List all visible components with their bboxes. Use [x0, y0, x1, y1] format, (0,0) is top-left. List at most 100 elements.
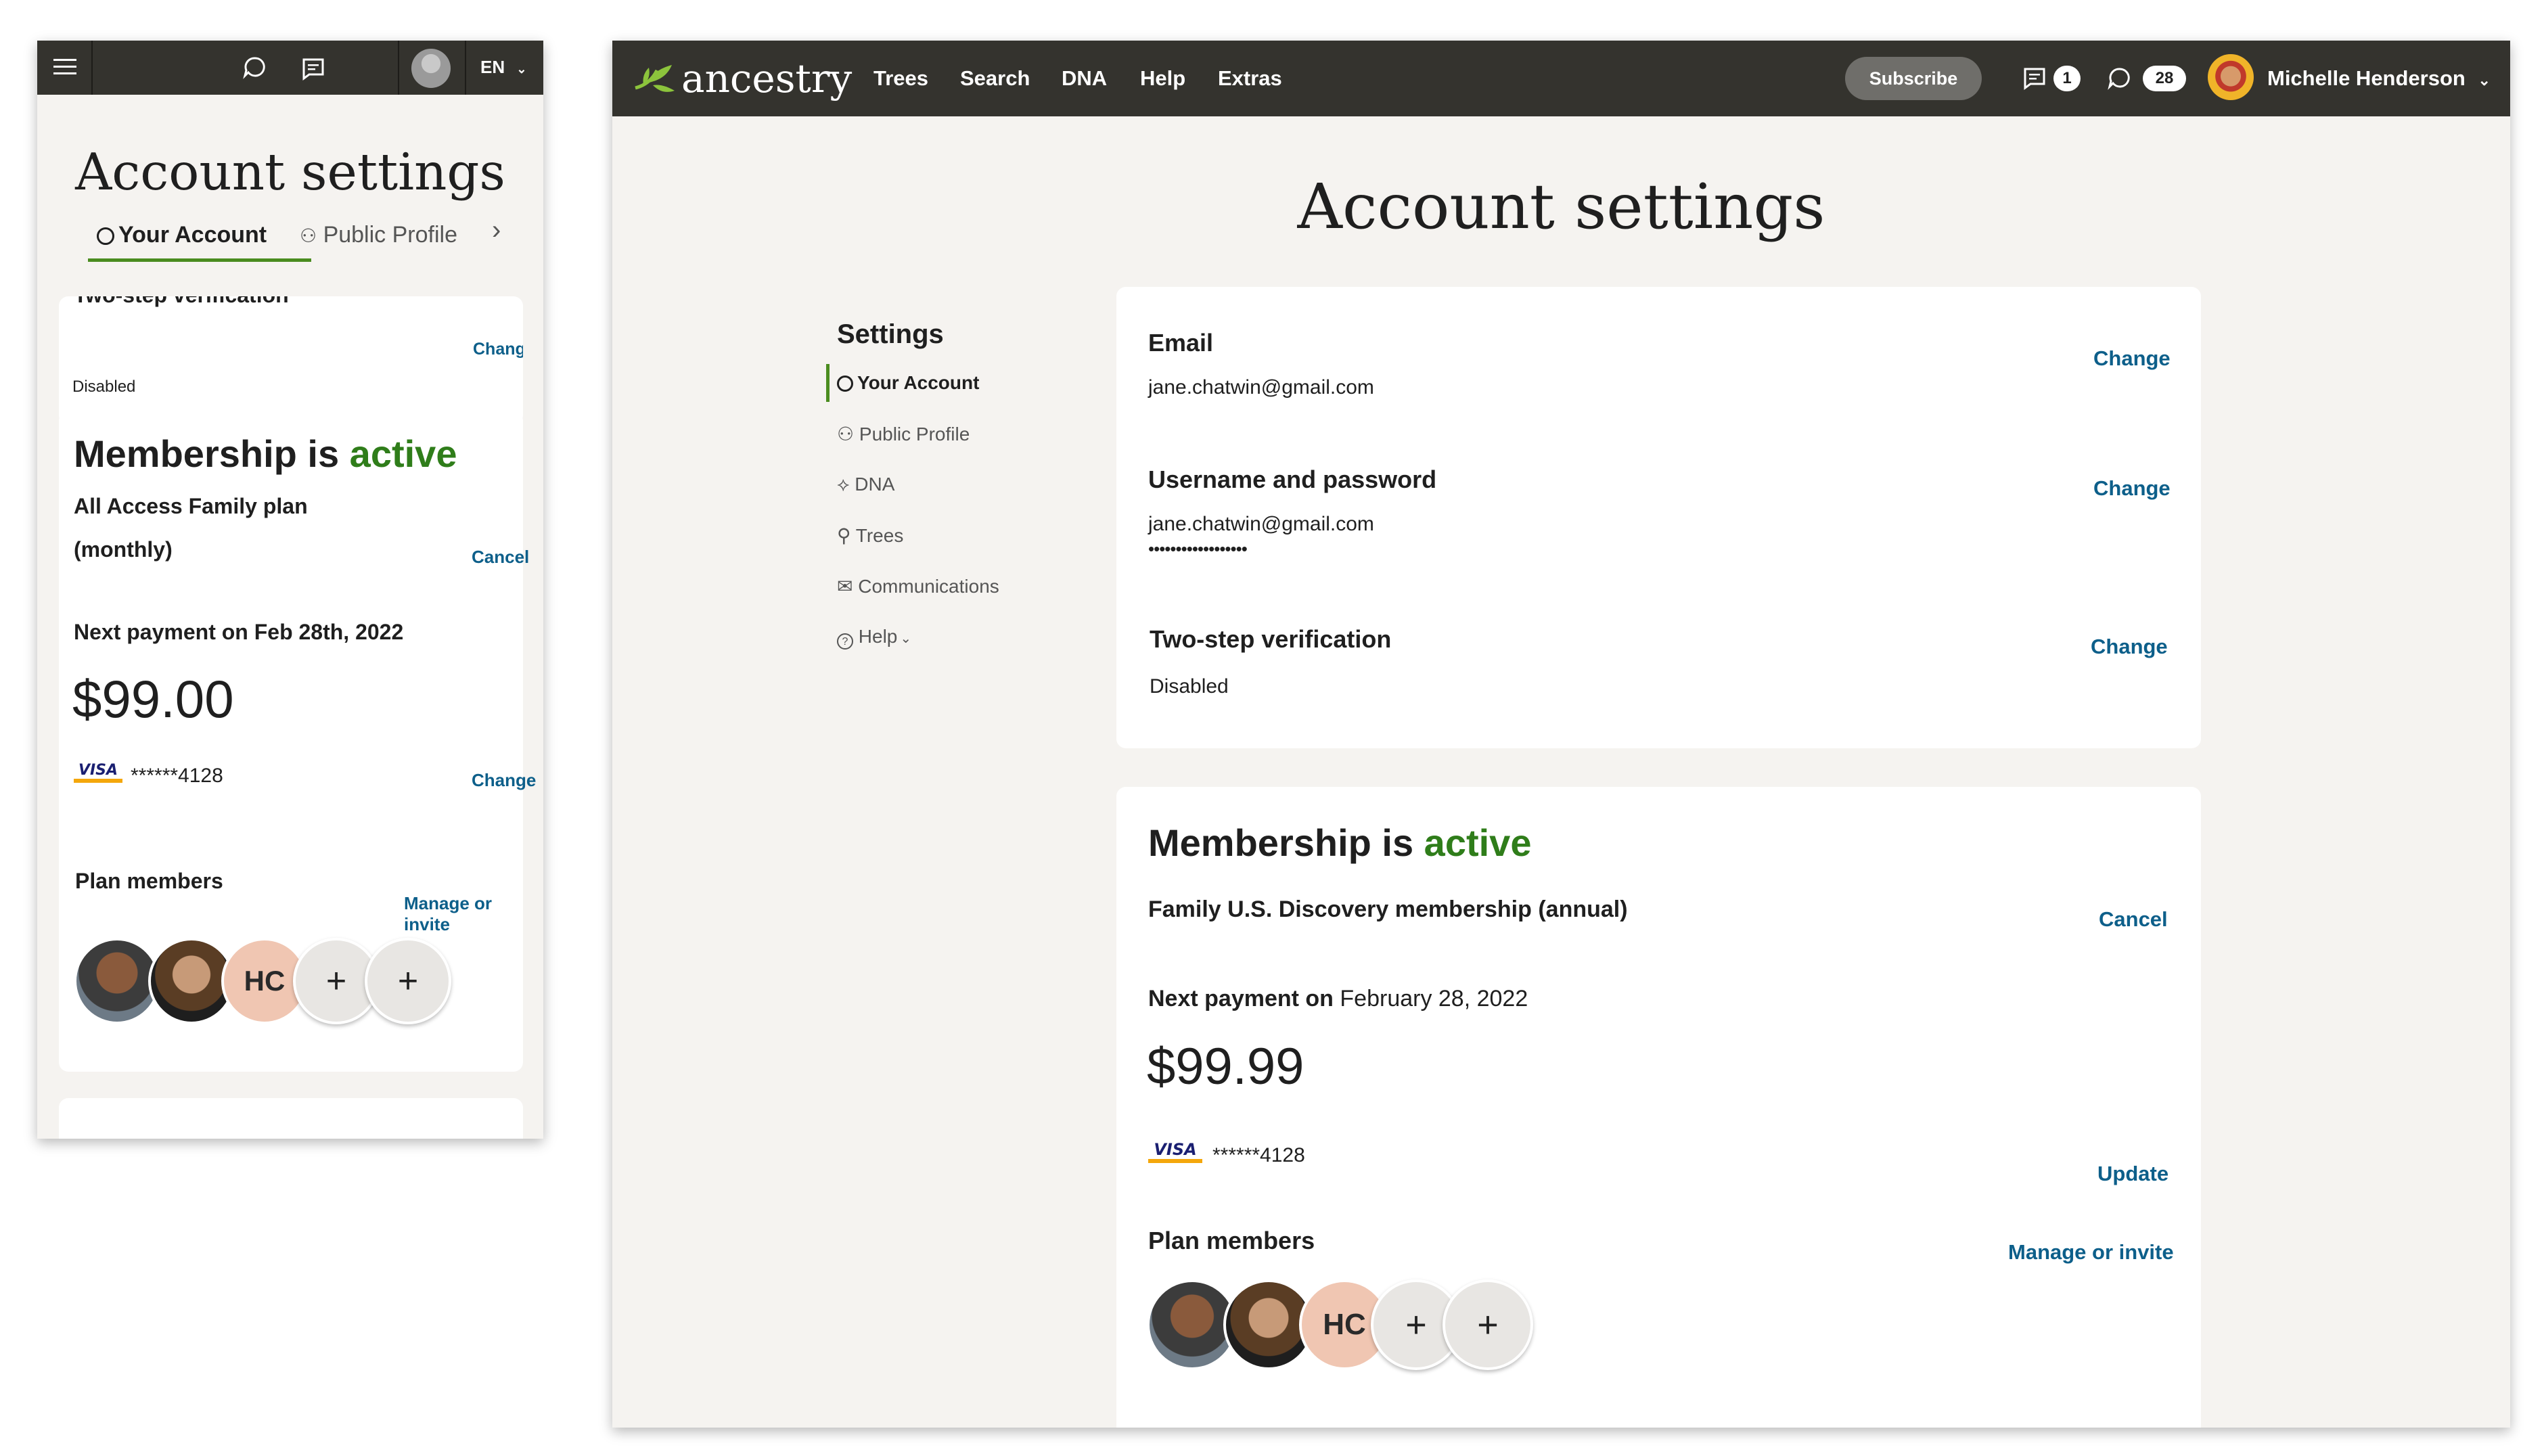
notifications-count-badge: 28	[2143, 66, 2186, 91]
account-card: Email jane.chatwin@gmail.com Change User…	[1116, 287, 2201, 748]
visa-icon: VISA	[74, 762, 122, 783]
email-label: Email	[1148, 329, 1214, 357]
messages-icon[interactable]	[2021, 65, 2048, 95]
two-step-status: Disabled	[1150, 675, 1229, 698]
user-avatar[interactable]	[2208, 54, 2254, 100]
ancestry-logo[interactable]: ancestry	[633, 53, 852, 104]
tab-label: Public Profile	[323, 222, 457, 248]
card-number: ******4128	[131, 765, 223, 787]
two-step-card: Two-step verification Change Disabled	[59, 296, 523, 425]
membership-heading-prefix: Membership is	[1148, 821, 1414, 864]
plan-members-label: Plan members	[75, 869, 223, 893]
sidebar-item-label: Your Account	[857, 372, 980, 393]
page-title: Account settings	[75, 142, 505, 202]
membership-heading-prefix: Membership is	[74, 432, 340, 475]
mobile-top-bar: EN ⌄	[37, 41, 543, 95]
next-payment-label: Next payment on	[1148, 986, 1334, 1011]
username-value: jane.chatwin@gmail.com	[1148, 513, 1374, 535]
payment-amount: $99.99	[1147, 1038, 1304, 1095]
sidebar-item-label: Help	[858, 626, 898, 647]
chevron-right-icon[interactable]: ›	[492, 215, 501, 246]
subscribe-button[interactable]: Subscribe	[1845, 57, 1982, 100]
payment-amount: $99.00	[72, 669, 234, 729]
sidebar-item-label: Public Profile	[859, 424, 970, 445]
plan-period: (monthly)	[74, 537, 173, 562]
update-card-link[interactable]: Update	[2097, 1162, 2168, 1186]
sidebar-item-help[interactable]: ? Help ⌄	[837, 626, 911, 650]
settings-sidebar: Settings Your Account ⚇ Public Profile ⟡…	[775, 284, 1113, 771]
sidebar-item-label: Communications	[858, 576, 999, 597]
sidebar-heading: Settings	[837, 319, 944, 349]
two-step-label: Two-step verification	[74, 296, 289, 308]
language-label: EN	[480, 57, 505, 77]
membership-card: Membership is active All Access Family p…	[59, 411, 536, 1072]
membership-heading: Membership is active	[1148, 821, 1531, 865]
avatar[interactable]	[411, 49, 451, 88]
question-circle-icon: ?	[837, 633, 853, 650]
sidebar-item-dna[interactable]: ⟡ DNA	[837, 474, 894, 496]
email-value: jane.chatwin@gmail.com	[1148, 376, 1374, 399]
nav-help[interactable]: Help	[1140, 66, 1185, 91]
username-password-label: Username and password	[1148, 465, 1437, 493]
notifications-icon[interactable]	[242, 54, 269, 85]
person-icon: ⚇	[300, 225, 317, 246]
sidebar-item-public-profile[interactable]: ⚇ Public Profile	[837, 423, 970, 445]
nav-trees[interactable]: Trees	[873, 66, 928, 91]
sidebar-item-your-account[interactable]: Your Account	[837, 372, 979, 394]
next-payment-date: February 28, 2022	[1340, 986, 1528, 1011]
userpass-change-link[interactable]: Change	[2093, 476, 2171, 501]
user-name-label: Michelle Henderson	[2267, 66, 2466, 90]
add-member-icon[interactable]: +	[1443, 1279, 1533, 1370]
two-step-change-link[interactable]: Change	[473, 340, 523, 359]
two-step-status: Disabled	[72, 378, 136, 396]
email-change-link[interactable]: Change	[2093, 346, 2171, 371]
plan-name: Family U.S. Discovery membership (annual…	[1148, 896, 1628, 922]
mobile-screen: EN ⌄ Account settings Your Account ⚇ Pub…	[37, 41, 543, 1139]
desktop-top-bar: ancestry Trees Search DNA Help Extras Su…	[612, 41, 2510, 116]
hamburger-menu-icon[interactable]	[51, 53, 79, 81]
nav-dna[interactable]: DNA	[1062, 66, 1107, 91]
sidebar-item-trees[interactable]: ⚲ Trees	[837, 524, 903, 547]
two-step-change-link[interactable]: Change	[2091, 635, 2168, 659]
tab-public-profile[interactable]: ⚇ Public Profile	[300, 222, 457, 248]
manage-invite-link[interactable]: Manage or invite	[2008, 1240, 2174, 1265]
plan-name: All Access Family plan	[74, 494, 308, 518]
visa-icon: VISA	[1148, 1140, 1202, 1163]
password-mask: ••••••••••••••••••	[1148, 539, 1248, 559]
card-change-link[interactable]: Change	[472, 770, 536, 791]
chevron-down-icon: ⌄	[2478, 72, 2491, 89]
chevron-down-icon: ⌄	[516, 62, 527, 76]
cancel-link[interactable]: Cancel	[472, 547, 529, 568]
notifications-icon[interactable]	[2106, 65, 2133, 95]
membership-status: active	[349, 432, 457, 475]
leaf-logo-icon	[635, 65, 675, 92]
membership-status: active	[1424, 821, 1532, 864]
sidebar-item-communications[interactable]: ✉ Communications	[837, 575, 999, 597]
mail-icon: ✉	[837, 576, 853, 597]
messages-icon[interactable]	[300, 55, 327, 86]
cancel-link[interactable]: Cancel	[2099, 907, 2168, 932]
user-circle-icon	[837, 376, 853, 392]
nav-extras[interactable]: Extras	[1218, 66, 1282, 91]
dna-icon: ⟡	[837, 474, 850, 495]
messages-count-badge: 1	[2053, 66, 2081, 91]
two-step-label: Two-step verification	[1150, 625, 1392, 653]
sidebar-item-label: Trees	[855, 525, 904, 546]
nav-search[interactable]: Search	[960, 66, 1030, 91]
card-number: ******4128	[1212, 1144, 1305, 1166]
language-selector[interactable]: EN ⌄	[480, 57, 526, 78]
membership-card: Membership is active Family U.S. Discove…	[1116, 787, 2201, 1428]
tab-label: Your Account	[118, 222, 267, 248]
page-title: Account settings	[1297, 170, 1825, 243]
plan-members-label: Plan members	[1148, 1227, 1315, 1254]
add-member-icon[interactable]: +	[365, 938, 451, 1024]
desktop-screen: ancestry Trees Search DNA Help Extras Su…	[612, 41, 2510, 1428]
next-card	[59, 1098, 523, 1139]
manage-invite-link[interactable]: Manage or invite	[404, 893, 523, 935]
user-name[interactable]: Michelle Henderson ⌄	[2267, 66, 2491, 91]
sidebar-active-indicator	[826, 364, 830, 402]
user-circle-icon	[97, 227, 114, 245]
tab-your-account[interactable]: Your Account	[97, 222, 267, 248]
member-avatar-1[interactable]	[74, 938, 160, 1024]
membership-heading: Membership is active	[74, 432, 457, 476]
